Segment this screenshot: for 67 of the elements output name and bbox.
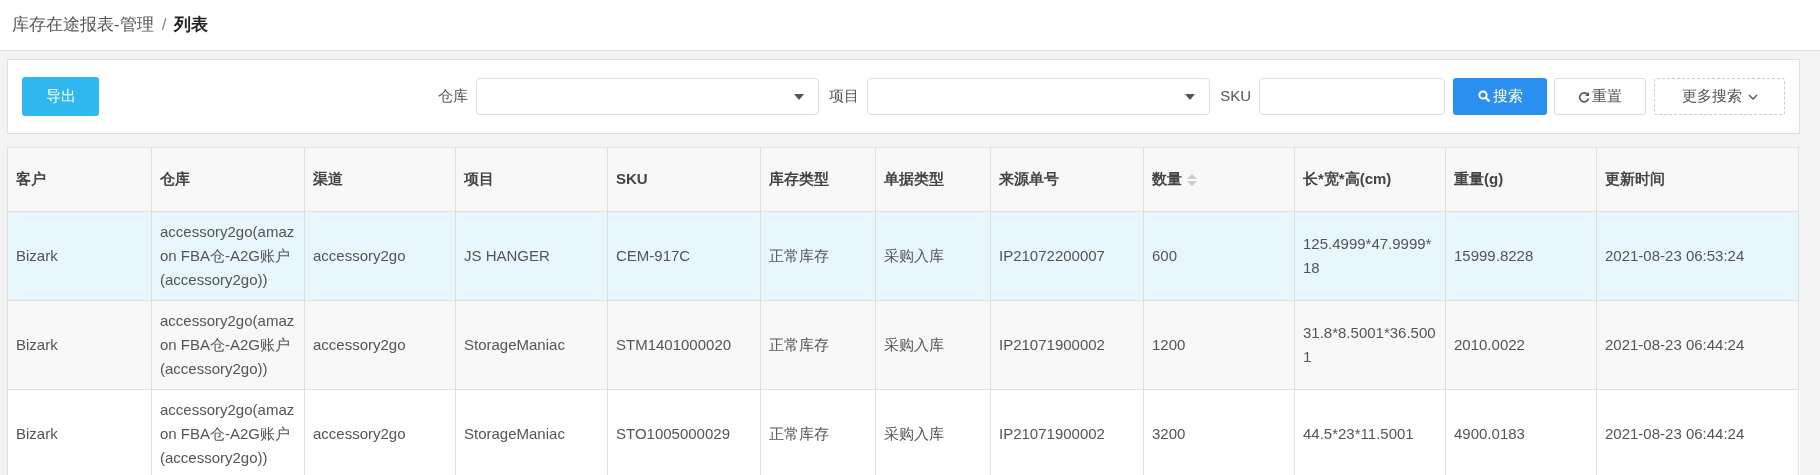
- table-cell-text: Bizark: [16, 424, 58, 444]
- table-cell-text: 正常库存: [769, 246, 829, 266]
- column-header-label: 数量: [1152, 169, 1182, 190]
- table-cell-text: IP21071900002: [999, 335, 1105, 355]
- column-header-label: 重量(g): [1454, 169, 1504, 190]
- table-cell-text: StorageManiac: [464, 335, 565, 355]
- table-cell-text: 采购入库: [884, 246, 944, 266]
- column-header-label: 来源单号: [999, 169, 1059, 190]
- breadcrumb-current: 列表: [174, 14, 209, 37]
- input-field[interactable]: [1259, 78, 1445, 115]
- table-cell-text: 4900.0183: [1454, 424, 1525, 444]
- table-cell-text: 采购入库: [884, 335, 944, 355]
- column-header-label: 仓库: [160, 169, 190, 190]
- table-cell-text: IP21072200007: [999, 246, 1105, 266]
- breadcrumb-link[interactable]: 库存在途报表-管理: [12, 12, 154, 38]
- table-cell-text: CEM-917C: [616, 246, 691, 266]
- table-cell-text: 2010.0022: [1454, 335, 1525, 355]
- table-row[interactable]: Bizark accessory2go(amazon FBA仓-A2G账户(accessory2go)) accessory2go JS HANGER CEM-917C 正常库存 采购入库 IP21072200007 600 125.4999*47.9999*18 15999.8228 2021-08-23 06:53:24: [8, 212, 1800, 301]
- table-cell-text: STO1005000029: [616, 424, 730, 444]
- table-cell-text: accessory2go(amazon FBA仓-A2G账户(accessory2go)): [160, 311, 296, 379]
- column-header-label: 单据类型: [884, 169, 944, 190]
- table-cell-text: 正常库存: [769, 335, 829, 355]
- column-header-label: 渠道: [313, 169, 343, 190]
- table-row[interactable]: Bizark accessory2go(amazon FBA仓-A2G账户(accessory2go)) accessory2go StorageManiac STM1401000020 正常库存 采购入库 IP21071900002 1200 31.8*8.5001*36.5001 2010.0022 2021-08-23 06:44:24: [8, 301, 1800, 390]
- column-header-label: 长*宽*高(cm): [1303, 169, 1392, 190]
- refresh-icon: [1578, 90, 1590, 103]
- filter-label: SKU: [1220, 86, 1251, 107]
- search-icon: [1477, 90, 1491, 103]
- column-header-label: 库存类型: [769, 169, 829, 190]
- table-cell-text: JS HANGER: [464, 246, 550, 266]
- table-cell-text: accessory2go: [313, 246, 406, 266]
- chevron-down-icon: [1747, 93, 1758, 100]
- table-cell-text: 1200: [1152, 335, 1186, 355]
- column-header-label: SKU: [616, 169, 648, 190]
- table-cell-text: 正常库存: [769, 424, 829, 444]
- table-cell-text: 31.8*8.5001*36.5001: [1303, 323, 1437, 367]
- more-search-button[interactable]: 更多搜索: [1654, 78, 1785, 115]
- column-header-label: 项目: [464, 169, 494, 190]
- sort-icon[interactable]: [1186, 172, 1198, 187]
- table-cell-text: 2021-08-23 06:44:24: [1605, 424, 1745, 444]
- breadcrumb-separator: /: [161, 14, 167, 37]
- table-cell-text: 采购入库: [884, 424, 944, 444]
- filter-label: 仓库: [438, 86, 469, 107]
- table-cell-text: accessory2go: [313, 424, 406, 444]
- table-cell-text: 125.4999*47.9999*18: [1303, 234, 1433, 278]
- table-cell-text: 600: [1152, 246, 1178, 266]
- dropdown-caret-icon: [1185, 93, 1196, 100]
- table-cell-text: STM1401000020: [616, 335, 732, 355]
- select-field[interactable]: [867, 78, 1211, 115]
- table-cell-text: 3200: [1152, 424, 1186, 444]
- column-header-label: 更新时间: [1605, 169, 1665, 190]
- filter-label: 项目: [829, 86, 860, 107]
- dropdown-caret-icon: [794, 93, 805, 100]
- column-header-label: 客户: [16, 169, 46, 190]
- table-cell-text: accessory2go(amazon FBA仓-A2G账户(accessory2go)): [160, 222, 296, 290]
- table-cell-text: Bizark: [16, 246, 58, 266]
- table-cell-text: StorageManiac: [464, 424, 565, 444]
- reset-button[interactable]: 重置: [1554, 78, 1646, 115]
- table-cell-text: IP21071900002: [999, 424, 1105, 444]
- select-field[interactable]: [476, 78, 820, 115]
- table-cell-text: 2021-08-23 06:53:24: [1605, 246, 1745, 266]
- table-cell-text: 44.5*23*11.5001: [1303, 424, 1414, 444]
- table-cell-text: accessory2go(amazon FBA仓-A2G账户(accessory2go)): [160, 400, 296, 468]
- table-cell-text: accessory2go: [313, 335, 406, 355]
- table-cell-text: Bizark: [16, 335, 58, 355]
- table-cell-text: 2021-08-23 06:44:24: [1605, 335, 1745, 355]
- table-cell-text: 15999.8228: [1454, 246, 1534, 266]
